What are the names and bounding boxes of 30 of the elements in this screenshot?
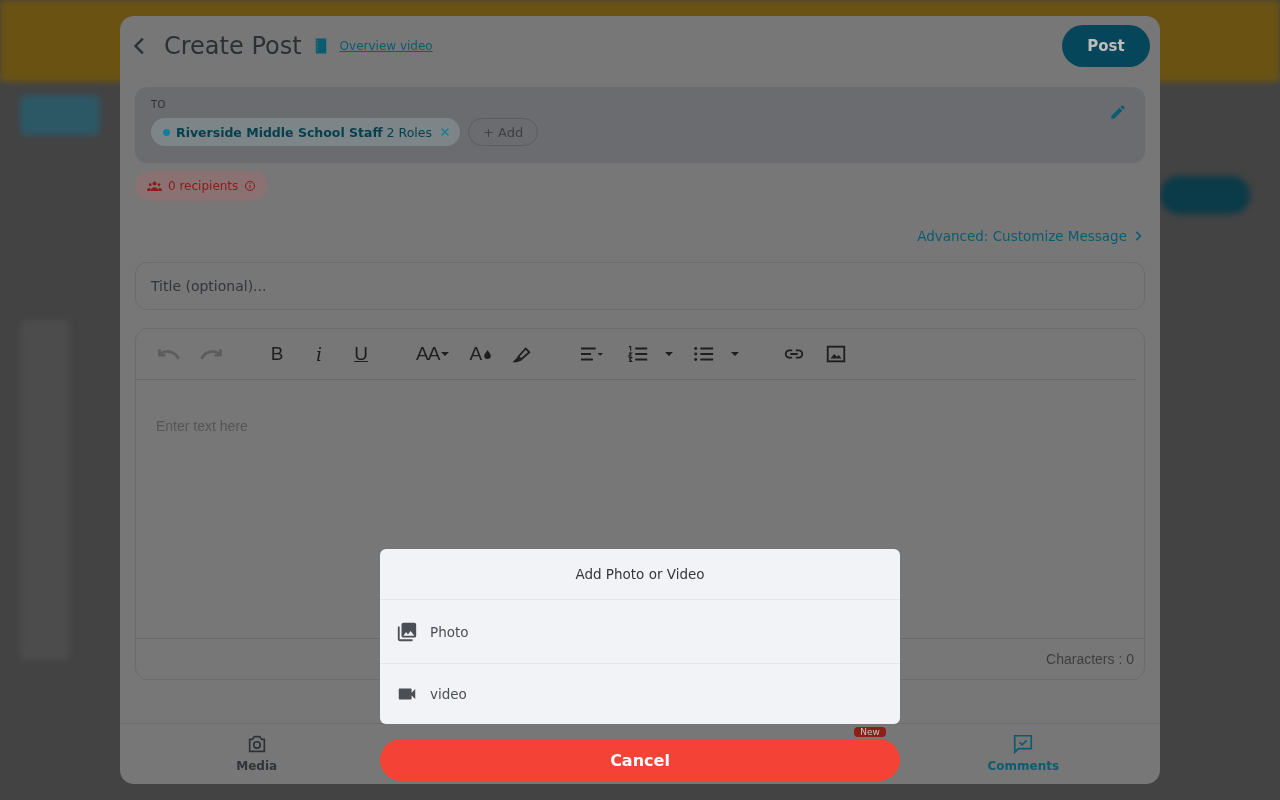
redo-icon xyxy=(200,348,222,360)
comment-check-icon xyxy=(1012,733,1035,755)
caret-icon xyxy=(665,352,674,356)
post-button[interactable]: Post xyxy=(1062,25,1150,67)
color-button[interactable]: A xyxy=(469,339,492,369)
recipient-chip[interactable]: Riverside Middle School Staff 2 Roles xyxy=(151,118,460,146)
sheet-option[interactable]: Photo xyxy=(380,600,900,664)
image-icon xyxy=(825,343,848,365)
title-field[interactable]: Title (optional)... xyxy=(135,262,1145,310)
numbered-list-icon xyxy=(627,343,650,365)
page-title: Create Post xyxy=(164,32,302,60)
to-label: TO xyxy=(151,99,167,110)
info-icon xyxy=(244,180,257,192)
cancel-button[interactable]: Cancel xyxy=(380,739,900,781)
caret-icon xyxy=(731,352,740,356)
italic-button[interactable]: i xyxy=(308,339,330,369)
bottom-tab[interactable]: Media xyxy=(180,724,334,784)
recipient-count: 0 recipients xyxy=(168,179,239,193)
undo-icon xyxy=(158,348,180,360)
character-count: Characters : 0 xyxy=(1046,651,1134,667)
caret-icon xyxy=(441,352,450,356)
photo-library-icon xyxy=(396,620,418,643)
drop-icon xyxy=(484,349,492,359)
new-badge: New xyxy=(854,727,886,737)
size-button[interactable]: AA xyxy=(416,339,450,369)
sheet-title: Add Photo or Video xyxy=(575,566,705,582)
sheet-option[interactable]: video xyxy=(380,664,900,724)
underline-button[interactable]: U xyxy=(350,339,372,369)
bold-button[interactable]: B xyxy=(266,339,288,369)
chip-label: Riverside Middle School Staff 2 Roles xyxy=(176,124,432,140)
